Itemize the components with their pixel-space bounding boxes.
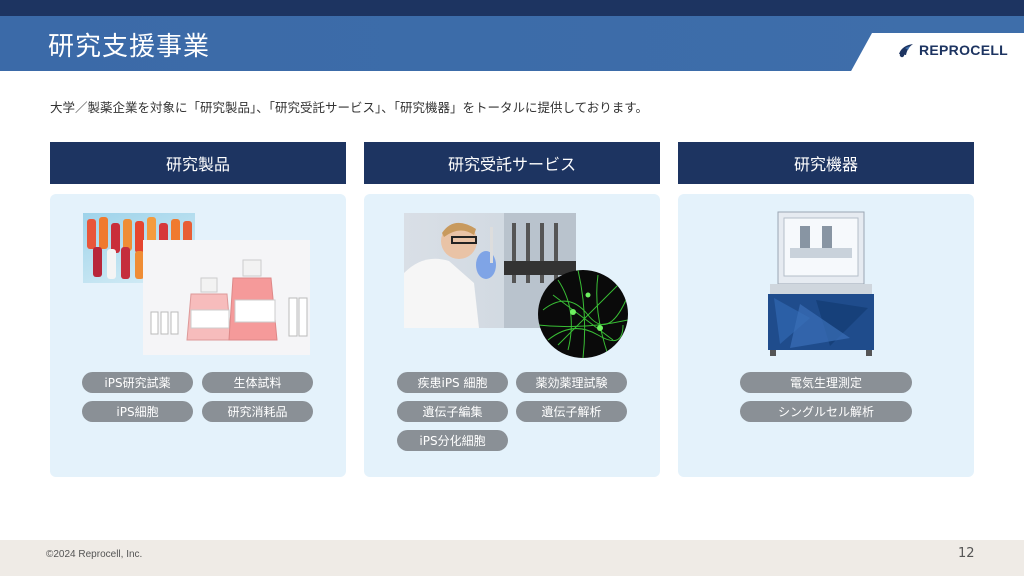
copyright-text: ©2024 Reprocell, Inc. bbox=[46, 549, 143, 560]
page-number: 12 bbox=[958, 546, 975, 561]
column-header-research-equipment: 研究機器 bbox=[678, 142, 974, 184]
tag-research-consumables[interactable]: 研究消耗品 bbox=[202, 401, 313, 422]
column-header-research-products: 研究製品 bbox=[50, 142, 346, 184]
tag-ips-reagents[interactable]: iPS研究試薬 bbox=[82, 372, 193, 393]
tag-biospecimens[interactable]: 生体試料 bbox=[202, 372, 313, 393]
tag-disease-ips-cells[interactable]: 疾患iPS 細胞 bbox=[397, 372, 508, 393]
tag-pharmacology-testing[interactable]: 薬効薬理試験 bbox=[516, 372, 627, 393]
company-logo: REPROCELL bbox=[897, 42, 1008, 58]
footer-bar bbox=[0, 540, 1024, 576]
lab-instrument-image bbox=[760, 208, 882, 358]
top-stripe bbox=[0, 0, 1024, 16]
logo-text: REPROCELL bbox=[919, 42, 1009, 58]
tag-single-cell-analysis[interactable]: シングルセル解析 bbox=[740, 401, 912, 422]
tag-ips-cells[interactable]: iPS細胞 bbox=[82, 401, 193, 422]
reprocell-bird-logo-icon bbox=[899, 44, 913, 58]
tag-gene-editing[interactable]: 遺伝子編集 bbox=[397, 401, 508, 422]
neuron-micrograph-image bbox=[538, 270, 628, 358]
reagent-bottles-illustration bbox=[150, 259, 308, 341]
lab-instrument-illustration bbox=[768, 211, 874, 356]
tag-ips-differentiated-cells[interactable]: iPS分化細胞 bbox=[397, 430, 508, 451]
intro-text: 大学／製薬企業を対象に「研究製品」、「研究受託サービス」、「研究機器」をトータル… bbox=[50, 100, 649, 115]
page-title: 研究支援事業 bbox=[48, 32, 211, 62]
reagent-bottles-image bbox=[143, 240, 310, 355]
column-header-research-services: 研究受託サービス bbox=[364, 142, 660, 184]
neuron-network-illustration bbox=[538, 270, 628, 358]
tag-electrophysiology[interactable]: 電気生理測定 bbox=[740, 372, 912, 393]
tag-gene-analysis[interactable]: 遺伝子解析 bbox=[516, 401, 627, 422]
